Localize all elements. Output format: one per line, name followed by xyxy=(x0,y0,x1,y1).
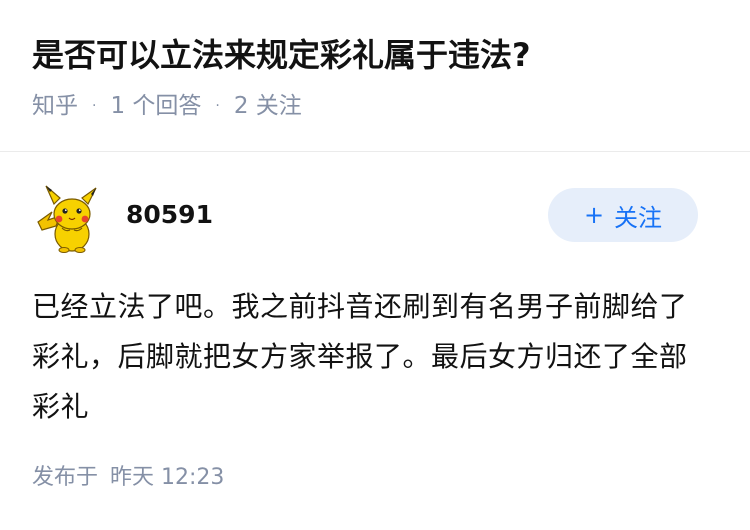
follow-button[interactable]: + 关注 xyxy=(548,188,698,242)
question-title[interactable]: 是否可以立法来规定彩礼属于违法? xyxy=(32,30,722,80)
published-time: 昨天 12:23 xyxy=(110,465,225,490)
plus-icon: + xyxy=(583,201,605,229)
pikachu-avatar-icon[interactable] xyxy=(32,182,104,254)
question-header: 是否可以立法来规定彩礼属于违法? 知乎 · 1 个回答 · 2 关注 xyxy=(32,30,722,122)
follow-button-label: 关注 xyxy=(614,203,663,232)
header-divider xyxy=(0,151,750,152)
answer-published-time: 发布于 昨天 12:23 xyxy=(32,462,224,494)
follow-count[interactable]: 2 关注 xyxy=(234,90,302,122)
meta-separator: · xyxy=(92,98,97,114)
author-name[interactable]: 80591 xyxy=(126,200,548,229)
meta-separator: · xyxy=(215,98,220,114)
published-label: 发布于 xyxy=(32,465,99,490)
question-source[interactable]: 知乎 xyxy=(32,90,78,122)
answer-author-row: 80591 + 关注 xyxy=(32,183,698,253)
answer-content[interactable]: 已经立法了吧。我之前抖音还刷到有名男子前脚给了彩礼，后脚就把女方家举报了。最后女… xyxy=(32,282,712,432)
question-meta: 知乎 · 1 个回答 · 2 关注 xyxy=(32,90,722,122)
answer-count[interactable]: 1 个回答 xyxy=(110,90,201,122)
